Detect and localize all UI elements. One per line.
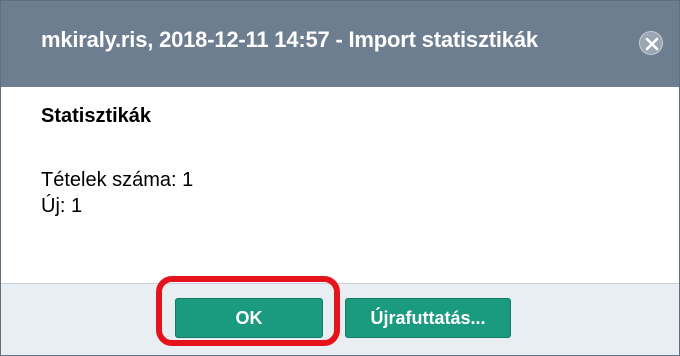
dialog-title: mkiraly.ris, 2018-12-11 14:57 - Import s… <box>41 27 538 52</box>
close-icon[interactable] <box>639 31 663 55</box>
stat-new-count: Új: 1 <box>41 195 83 217</box>
ok-button[interactable]: OK <box>175 298 323 338</box>
dialog-content: Statisztikák Tételek száma: 1 Új: 1 <box>1 87 679 283</box>
rerun-button[interactable]: Újrafuttatás... <box>345 298 511 338</box>
dialog-titlebar: mkiraly.ris, 2018-12-11 14:57 - Import s… <box>1 1 679 87</box>
import-statistics-dialog: mkiraly.ris, 2018-12-11 14:57 - Import s… <box>0 0 680 356</box>
statistics-heading: Statisztikák <box>41 105 152 127</box>
dialog-footer: OK Újrafuttatás... <box>1 283 679 355</box>
stat-items-count: Tételek száma: 1 <box>41 169 194 191</box>
